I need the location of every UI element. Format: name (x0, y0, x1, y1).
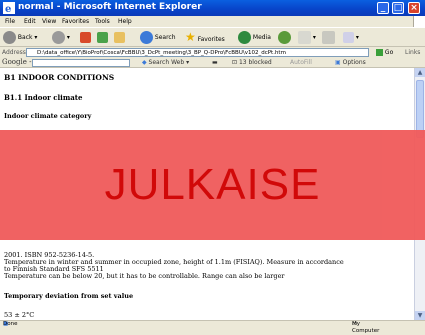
favorites-star-icon: ★ (185, 30, 196, 44)
menu-tools[interactable]: Tools (95, 16, 110, 27)
media-label: Media (252, 34, 271, 41)
menu-file[interactable]: File (5, 16, 15, 27)
google-toolbar: Google - ◆ Search Web ▾ ▬ ⊡ 13 blocked A… (0, 58, 425, 68)
forward-arrow-icon (52, 31, 65, 44)
search-button[interactable]: Search (140, 30, 176, 45)
watermark-text: JULKAISE (104, 160, 321, 209)
menu-bar: File Edit View Favorites Tools Help (0, 16, 425, 27)
scroll-down-icon[interactable]: ▼ (415, 311, 425, 320)
search-label: Search (154, 34, 176, 41)
google-search-web-button[interactable]: ◆ Search Web ▾ (142, 58, 189, 67)
forward-button[interactable]: ▾ (52, 30, 70, 45)
popup-blocked-icon: ⊡ (232, 59, 238, 66)
section-heading: B1 INDOOR CONDITIONS (4, 73, 115, 82)
menu-edit[interactable]: Edit (24, 16, 36, 27)
go-label: Go (384, 49, 394, 56)
refresh-button[interactable] (97, 30, 108, 45)
back-arrow-icon (3, 31, 16, 44)
svg-text:e: e (5, 4, 11, 14)
options-icon: ▣ (335, 59, 341, 66)
title-bar: e normal - Microsoft Internet Explorer _… (0, 0, 425, 16)
subsection-heading: B1.1 Indoor climate (4, 93, 83, 102)
watermark-banner: JULKAISE (0, 130, 425, 240)
history-button[interactable] (278, 30, 291, 45)
autofill-button[interactable]: AutoFill (290, 58, 312, 67)
search-icon (140, 31, 153, 44)
home-button[interactable] (114, 30, 125, 45)
google-search-input[interactable] (32, 59, 130, 67)
edit-icon (343, 32, 354, 43)
refresh-icon (97, 32, 108, 43)
popup-blocked-label: 13 blocked (238, 59, 272, 66)
category-label: Indoor climate category (4, 112, 92, 120)
go-button[interactable]: Go (376, 48, 393, 57)
status-zone-label: My Computer (352, 321, 380, 334)
minimize-button[interactable]: _ (377, 2, 389, 14)
edit-button[interactable]: ▾ (343, 30, 359, 45)
deviation-label: Temporary deviation from set value (4, 292, 134, 300)
search-web-label: Search Web (148, 59, 185, 66)
pagerank-icon: ▬ (212, 59, 218, 66)
mail-icon (298, 31, 311, 44)
maximize-button[interactable]: □ (392, 2, 404, 14)
favorites-label: Favorites (197, 36, 225, 43)
media-button[interactable]: Media (238, 30, 271, 45)
status-done-label: Done (3, 321, 18, 327)
options-label: Options (342, 59, 366, 66)
print-icon (322, 31, 335, 44)
history-icon (278, 31, 291, 44)
menu-view[interactable]: View (42, 16, 56, 27)
go-arrow-icon (376, 49, 383, 56)
favorites-button[interactable]: ★ Favorites (185, 30, 225, 45)
status-bar: ■ Done ▭ My Computer (0, 320, 425, 334)
standard-toolbar: Back ▾ ▾ Search ★ Favorites Media ▾ ▾ (0, 27, 425, 47)
print-button[interactable] (322, 30, 335, 45)
ie-logo-icon: e (3, 2, 15, 14)
menu-favorites[interactable]: Favorites (62, 16, 89, 27)
mail-button[interactable]: ▾ (298, 30, 316, 45)
search-web-icon: ◆ (142, 59, 147, 66)
stop-icon (80, 32, 91, 43)
doc-line: Temperature can be below 20, but it has … (4, 272, 285, 280)
address-input[interactable]: D:\data_office\Y\BioProf\Cosca\FcBBU\3_D… (26, 48, 369, 57)
address-bar: Address D:\data_office\Y\BioProf\Cosca\F… (0, 47, 425, 58)
back-button[interactable]: Back ▾ (3, 30, 37, 45)
stop-button[interactable] (80, 30, 91, 45)
window-title: normal - Microsoft Internet Explorer (18, 2, 202, 12)
google-options-button[interactable]: ▣ Options (335, 58, 366, 67)
deviation-value: 53 ± 2°C (4, 311, 35, 319)
google-logo: Google - (2, 58, 32, 66)
home-icon (114, 32, 125, 43)
back-label: Back (17, 34, 33, 41)
menu-help[interactable]: Help (118, 16, 132, 27)
address-label: Address (2, 49, 26, 56)
links-label[interactable]: Links (405, 47, 420, 58)
popup-blocker-button[interactable]: ⊡ 13 blocked (232, 58, 272, 67)
address-url: D:\data_office\Y\BioProf\Cosca\FcBBU\3_D… (37, 50, 286, 56)
windows-flag-icon (413, 16, 425, 27)
media-icon (238, 31, 251, 44)
close-button[interactable]: × (408, 2, 420, 14)
scroll-up-icon[interactable]: ▲ (415, 68, 425, 77)
